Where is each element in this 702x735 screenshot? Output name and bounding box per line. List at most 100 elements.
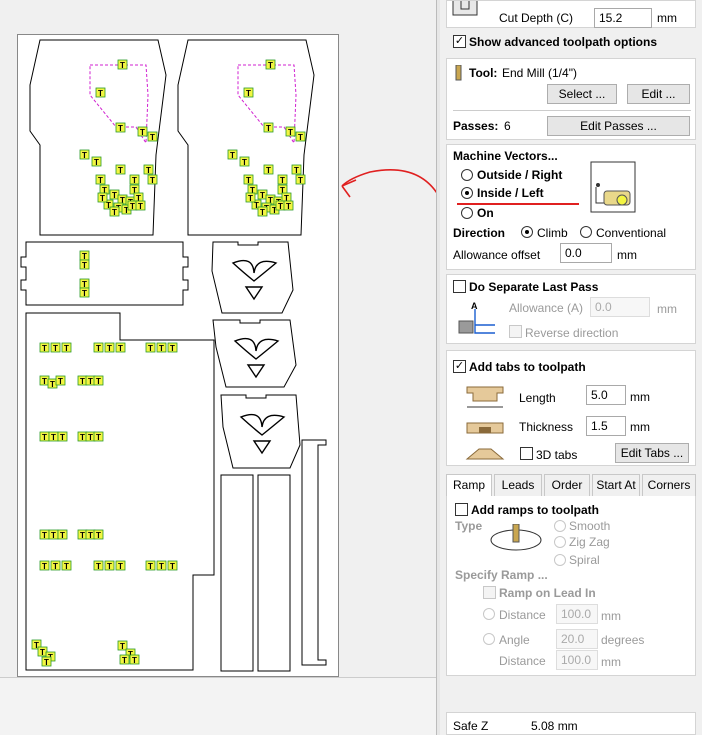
- tab-marker[interactable]: T: [79, 278, 90, 289]
- outside-right-radio[interactable]: [461, 169, 473, 181]
- conventional-radio[interactable]: [580, 226, 592, 238]
- tab-marker[interactable]: T: [167, 560, 178, 571]
- last-pass-allowance-input[interactable]: [590, 297, 650, 317]
- tab-marker[interactable]: T: [97, 192, 108, 203]
- reverse-direction-checkbox[interactable]: [509, 325, 522, 338]
- tab-marker[interactable]: T: [135, 200, 146, 211]
- add-tabs-checkbox[interactable]: ✓: [453, 360, 466, 373]
- tab-marker[interactable]: T: [119, 654, 130, 665]
- climb-radio[interactable]: [521, 226, 533, 238]
- tab-marker[interactable]: T: [156, 560, 167, 571]
- tab-marker[interactable]: T: [93, 375, 104, 386]
- tab-marker[interactable]: T: [57, 529, 68, 540]
- tab-marker[interactable]: T: [115, 164, 126, 175]
- ramp-angle-input[interactable]: [556, 629, 598, 649]
- tab-marker[interactable]: T: [39, 342, 50, 353]
- tab-marker[interactable]: T: [91, 156, 102, 167]
- tab-marker[interactable]: T: [109, 206, 120, 217]
- tab-marker[interactable]: T: [147, 174, 158, 185]
- tab-marker[interactable]: T: [245, 192, 256, 203]
- tab-marker[interactable]: T: [48, 431, 59, 442]
- tab-marker[interactable]: T: [115, 560, 126, 571]
- tab-marker[interactable]: T: [79, 149, 90, 160]
- tab-marker[interactable]: T: [104, 560, 115, 571]
- tab-marker[interactable]: T: [263, 122, 274, 133]
- tab-order[interactable]: Order: [544, 474, 590, 496]
- tab-marker[interactable]: T: [93, 342, 104, 353]
- ramp-distance-radio[interactable]: [483, 608, 495, 620]
- tab-length-input[interactable]: [586, 385, 626, 405]
- tab-marker[interactable]: T: [243, 174, 254, 185]
- tab-marker[interactable]: T: [79, 287, 90, 298]
- tab-marker[interactable]: T: [243, 87, 254, 98]
- tab-start-at[interactable]: Start At: [592, 474, 640, 496]
- tab-marker[interactable]: T: [145, 560, 156, 571]
- add-ramps-checkbox[interactable]: [455, 503, 468, 516]
- tab-marker[interactable]: T: [39, 529, 50, 540]
- tab-marker[interactable]: T: [137, 126, 148, 137]
- on-radio[interactable]: [461, 207, 473, 219]
- tab-marker[interactable]: T: [57, 431, 68, 442]
- tab-marker[interactable]: T: [156, 342, 167, 353]
- tab-thickness-input[interactable]: [586, 416, 626, 436]
- ramp-smooth-radio[interactable]: [554, 520, 566, 532]
- tab-corners[interactable]: Corners: [642, 474, 696, 496]
- tool-select-button[interactable]: Select ...: [547, 84, 617, 104]
- tab-ramp[interactable]: Ramp: [446, 474, 492, 497]
- tabs-3d-checkbox[interactable]: [520, 447, 533, 460]
- tab-marker[interactable]: T: [115, 122, 126, 133]
- tab-marker[interactable]: T: [291, 164, 302, 175]
- parts-layout[interactable]: TTT TTTTT TTTTTTTTTTTTT TTTTT TTTTTTTTTTTTT T…: [18, 35, 340, 678]
- tab-marker[interactable]: T: [257, 206, 268, 217]
- tab-marker[interactable]: T: [95, 87, 106, 98]
- tab-marker[interactable]: T: [263, 164, 274, 175]
- tab-marker[interactable]: T: [143, 164, 154, 175]
- tab-marker[interactable]: T: [295, 174, 306, 185]
- tab-marker[interactable]: T: [41, 656, 52, 667]
- material-sheet[interactable]: TTTTTTTTTTTTTTTTTTTTTTTTTTTTTTTTTTTTTTTT…: [17, 34, 339, 677]
- tab-marker[interactable]: T: [93, 560, 104, 571]
- tab-marker[interactable]: T: [167, 342, 178, 353]
- edit-tabs-button[interactable]: Edit Tabs ...: [615, 443, 689, 463]
- ramp-spiral-radio[interactable]: [554, 554, 566, 566]
- tab-marker[interactable]: T: [277, 174, 288, 185]
- tab-marker[interactable]: T: [227, 149, 238, 160]
- tab-marker[interactable]: T: [295, 131, 306, 142]
- tab-marker[interactable]: T: [117, 59, 128, 70]
- edit-passes-button[interactable]: Edit Passes ...: [547, 116, 690, 136]
- tab-marker[interactable]: T: [48, 529, 59, 540]
- tab-marker[interactable]: T: [129, 654, 140, 665]
- tab-marker[interactable]: T: [145, 342, 156, 353]
- tab-marker[interactable]: T: [50, 342, 61, 353]
- tab-marker[interactable]: T: [79, 250, 90, 261]
- allowance-offset-input[interactable]: [560, 243, 612, 263]
- ramp-lead-in-checkbox[interactable]: [483, 586, 496, 599]
- separate-last-pass-checkbox[interactable]: [453, 280, 466, 293]
- ramp-zigzag-radio[interactable]: [554, 536, 566, 548]
- tab-marker[interactable]: T: [95, 174, 106, 185]
- tab-marker[interactable]: T: [79, 259, 90, 270]
- tab-marker[interactable]: T: [265, 59, 276, 70]
- tab-marker[interactable]: T: [39, 560, 50, 571]
- tab-marker[interactable]: T: [283, 200, 294, 211]
- tab-marker[interactable]: T: [129, 174, 140, 185]
- tab-marker[interactable]: T: [61, 560, 72, 571]
- tab-marker[interactable]: T: [239, 156, 250, 167]
- tab-leads[interactable]: Leads: [494, 474, 542, 496]
- tool-edit-button[interactable]: Edit ...: [627, 84, 690, 104]
- inside-left-radio[interactable]: [461, 187, 473, 199]
- tab-marker[interactable]: T: [285, 126, 296, 137]
- ramp-distance-input[interactable]: [556, 604, 598, 624]
- tab-marker[interactable]: T: [115, 342, 126, 353]
- cut-depth-input[interactable]: [594, 8, 652, 28]
- design-canvas[interactable]: TTTTTTTTTTTTTTTTTTTTTTTTTTTTTTTTTTTTTTTT…: [0, 0, 438, 735]
- tab-marker[interactable]: T: [93, 529, 104, 540]
- ramp-distance2-input[interactable]: [556, 650, 598, 670]
- tab-marker[interactable]: T: [147, 131, 158, 142]
- ramp-angle-radio[interactable]: [483, 633, 495, 645]
- advanced-options-checkbox[interactable]: ✓: [453, 35, 466, 48]
- tab-marker[interactable]: T: [93, 431, 104, 442]
- tab-marker[interactable]: T: [104, 342, 115, 353]
- tab-marker[interactable]: T: [50, 560, 61, 571]
- tab-marker[interactable]: T: [39, 431, 50, 442]
